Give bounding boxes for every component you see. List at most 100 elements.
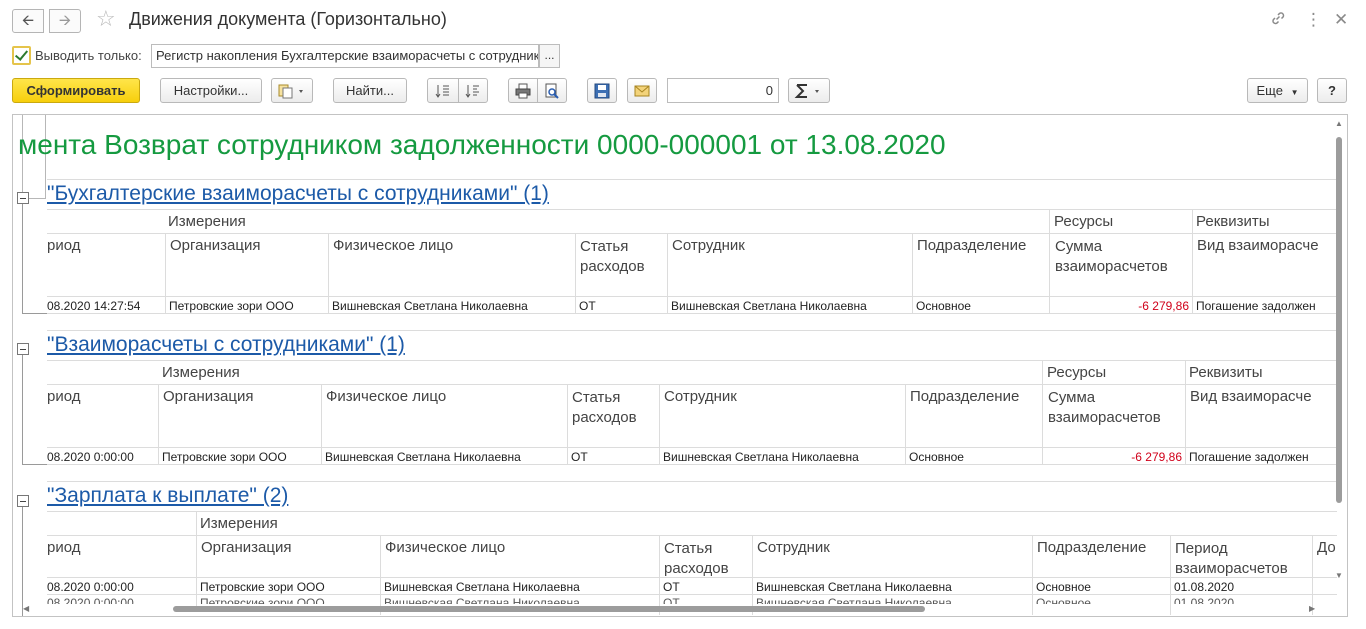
output-only-checkbox[interactable] — [12, 46, 31, 65]
table-cell-amount[interactable]: -6 279,86 — [1053, 299, 1189, 313]
column-header-person: Физическое лицо — [326, 388, 447, 405]
table-cell[interactable]: Петровские зори ООО — [162, 450, 287, 464]
printer-icon — [515, 83, 531, 99]
table-cell[interactable]: ОТ — [571, 450, 588, 464]
table-cell[interactable]: Вишневская Светлана Николаевна — [325, 450, 521, 464]
title-bar: 🡨 🡪 ☆ Движения документа (Горизонтально)… — [0, 0, 1366, 42]
table-cell[interactable]: Вишневская Светлана Николаевна — [663, 450, 859, 464]
collapse-section-3-icon[interactable] — [17, 495, 29, 507]
column-header-organization: Организация — [201, 539, 292, 556]
collapse-section-2-icon[interactable] — [17, 343, 29, 355]
section-title[interactable]: "Бухгалтерские взаиморасчеты с сотрудник… — [47, 182, 549, 206]
column-divider — [659, 535, 660, 615]
table-cell[interactable]: 08.2020 14:27:54 — [47, 299, 140, 313]
table-cell[interactable]: Основное — [1036, 580, 1091, 594]
section-title[interactable]: "Зарплата к выплате" (2) — [47, 484, 288, 508]
send-email-button[interactable] — [627, 78, 657, 103]
table-cell[interactable]: Петровские зори ООО — [200, 580, 325, 594]
column-header-organization: Организация — [163, 388, 254, 405]
expand-groups-button[interactable] — [458, 78, 488, 103]
column-header-period: риод — [47, 388, 81, 405]
outline-bracket-3 — [22, 507, 47, 616]
help-button[interactable]: ? — [1317, 78, 1347, 103]
table-cell-clipped[interactable]: Основное — [1036, 596, 1091, 604]
settings-button[interactable]: Настройки... — [160, 78, 262, 103]
table-cell[interactable]: Вишневская Светлана Николаевна — [756, 580, 952, 594]
divider — [47, 209, 1337, 210]
column-header-person: Физическое лицо — [333, 237, 454, 254]
table-cell[interactable]: 08.2020 0:00:00 — [47, 580, 134, 594]
table-cell[interactable]: Погашение задолжен — [1196, 299, 1336, 313]
table-cell[interactable]: Вишневская Светлана Николаевна — [332, 299, 528, 313]
column-header-department: Подразделение — [910, 388, 1020, 405]
table-cell-amount[interactable]: -6 279,86 — [1046, 450, 1182, 464]
horizontal-scrollbar[interactable]: ◀ ▶ — [13, 604, 1331, 614]
group-collapse-icon — [435, 85, 449, 98]
generate-button[interactable]: Сформировать — [12, 78, 140, 103]
table-cell[interactable]: Основное — [909, 450, 964, 464]
favorite-star-icon[interactable]: ☆ — [96, 7, 116, 31]
section-title[interactable]: "Взаиморасчеты с сотрудниками" (1) — [47, 333, 405, 357]
more-button[interactable]: Еще ▼ — [1247, 78, 1308, 103]
print-button[interactable] — [508, 78, 538, 103]
print-preview-icon — [545, 83, 559, 99]
table-cell[interactable]: ОТ — [663, 580, 680, 594]
column-header-period: риод — [47, 237, 81, 254]
outline-bracket-1 — [22, 204, 47, 314]
collapse-groups-button[interactable] — [427, 78, 459, 103]
vertical-scroll-thumb[interactable] — [1336, 137, 1342, 503]
sum-dropdown-button[interactable] — [788, 78, 830, 103]
table-cell-clipped[interactable]: 08.2020 0:00:00 — [47, 596, 134, 604]
column-divider — [328, 233, 329, 313]
table-cell-clipped[interactable]: Вишневская Светлана Николаевна — [756, 596, 952, 604]
column-divider — [905, 384, 906, 464]
table-cell[interactable]: Погашение задолжен — [1189, 450, 1337, 464]
group-header-dimensions: Измерения — [200, 515, 278, 532]
column-divider — [1192, 209, 1193, 313]
scroll-right-arrow-icon[interactable]: ▶ — [1309, 604, 1315, 613]
table-cell[interactable]: 01.08.2020 — [1174, 580, 1234, 594]
forward-button[interactable]: 🡪 — [49, 9, 81, 33]
horizontal-scroll-thumb[interactable] — [173, 606, 925, 612]
find-button[interactable]: Найти... — [333, 78, 407, 103]
column-divider — [1049, 209, 1050, 313]
register-filter-field[interactable]: Регистр накопления Бухгалтерские взаимор… — [151, 44, 539, 68]
close-icon[interactable]: ✕ — [1334, 10, 1348, 30]
more-vert-icon[interactable]: ⋮ — [1305, 10, 1322, 30]
scroll-up-arrow-icon[interactable]: ▲ — [1335, 119, 1343, 128]
save-button[interactable] — [587, 78, 617, 103]
sum-value-field[interactable]: 0 — [667, 78, 779, 103]
group-header-requisites: Реквизиты — [1189, 364, 1263, 381]
link-icon[interactable] — [1270, 10, 1286, 31]
column-header-period: риод — [47, 539, 81, 556]
column-divider — [667, 233, 668, 313]
table-cell-clipped[interactable]: Петровские зори ООО — [200, 596, 325, 604]
scroll-down-arrow-icon[interactable]: ▼ — [1335, 571, 1343, 580]
table-cell-clipped[interactable]: ОТ — [663, 596, 680, 604]
divider — [47, 535, 1337, 536]
column-divider — [1185, 360, 1186, 464]
arrow-left-icon: 🡨 — [21, 12, 35, 29]
filter-row: Выводить только: Регистр накопления Бухг… — [0, 42, 1366, 70]
collapse-section-1-icon[interactable] — [17, 192, 29, 204]
group-header-requisites: Реквизиты — [1196, 213, 1270, 230]
scroll-left-arrow-icon[interactable]: ◀ — [23, 604, 29, 613]
print-preview-button[interactable] — [537, 78, 567, 103]
column-header-organization: Организация — [170, 237, 261, 254]
variants-dropdown-button[interactable] — [271, 78, 313, 103]
table-cell[interactable]: Вишневская Светлана Николаевна — [384, 580, 580, 594]
table-cell[interactable]: ОТ — [579, 299, 596, 313]
table-cell-clipped[interactable]: 01.08.2020 — [1174, 596, 1234, 604]
column-divider — [1170, 535, 1171, 615]
report-spreadsheet[interactable]: мента Возврат сотрудником задолженности … — [12, 114, 1348, 617]
table-cell-clipped[interactable]: Вишневская Светлана Николаевна — [384, 596, 580, 604]
vertical-scrollbar[interactable]: ▲ ▼ — [1334, 115, 1344, 600]
back-button[interactable]: 🡨 — [12, 9, 44, 33]
column-divider — [659, 384, 660, 464]
sigma-icon — [794, 84, 819, 98]
table-cell[interactable]: 08.2020 0:00:00 — [47, 450, 134, 464]
select-register-button[interactable]: ... — [539, 44, 560, 68]
table-cell[interactable]: Основное — [916, 299, 971, 313]
table-cell[interactable]: Вишневская Светлана Николаевна — [671, 299, 867, 313]
table-cell[interactable]: Петровские зори ООО — [169, 299, 294, 313]
